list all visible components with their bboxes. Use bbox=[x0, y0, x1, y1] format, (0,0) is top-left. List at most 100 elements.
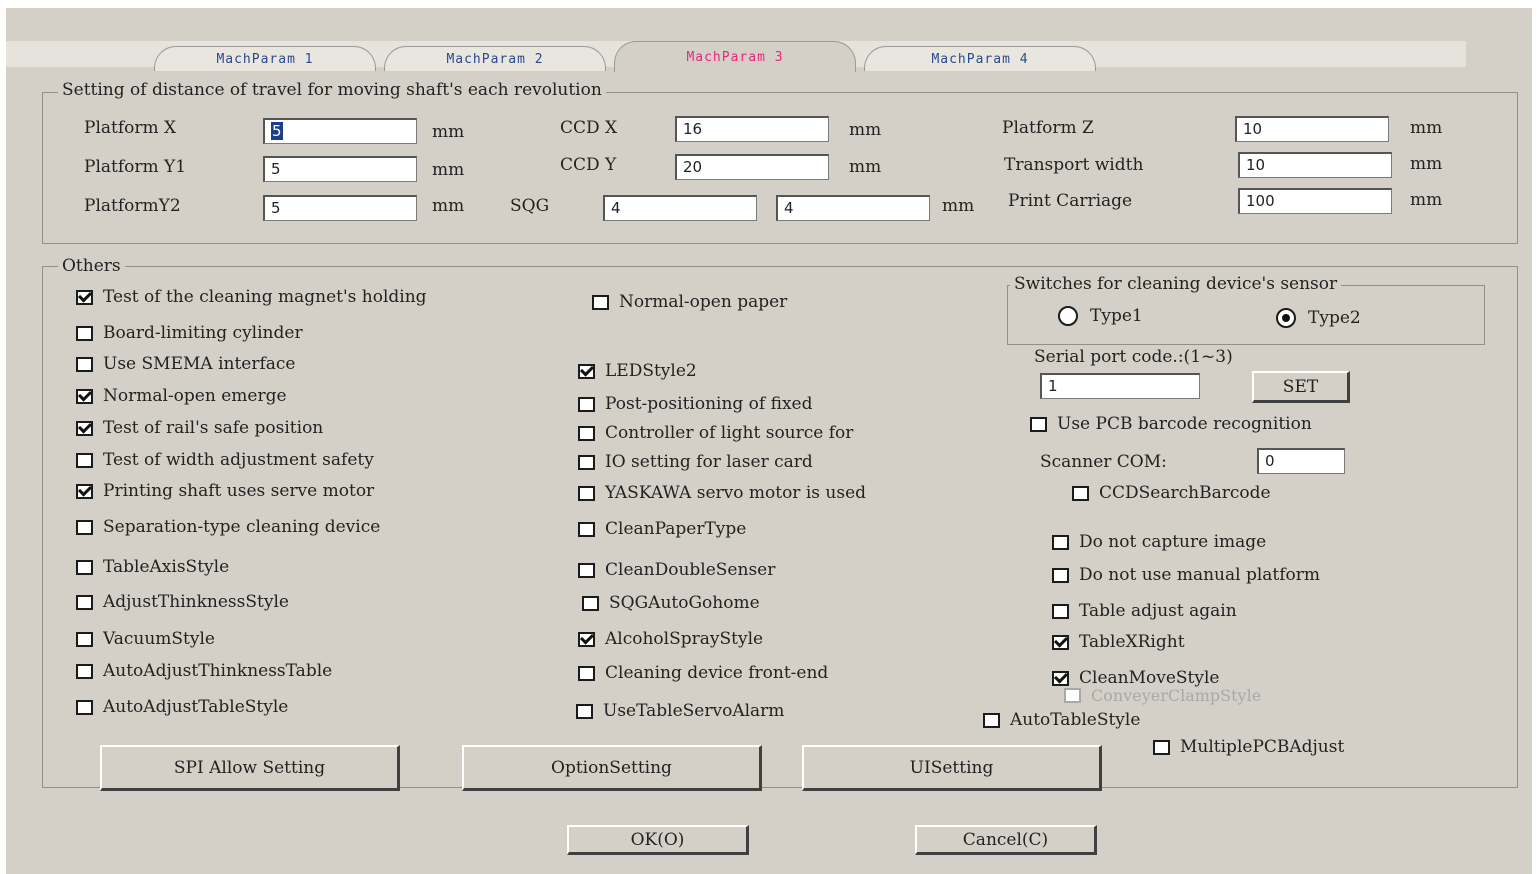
use-pcb-barcode-label: Use PCB barcode recognition bbox=[1057, 414, 1312, 434]
sqg-unit: mm bbox=[942, 196, 975, 216]
ccd-x-unit: mm bbox=[849, 120, 882, 140]
col1-box-7 bbox=[76, 519, 93, 535]
col2-checkbox-4[interactable]: IO setting for laser card bbox=[578, 452, 813, 472]
col2-label-4: IO setting for laser card bbox=[605, 452, 813, 472]
col1-checkbox-9[interactable]: AdjustThinknessStyle bbox=[76, 592, 289, 612]
col1-checkbox-3[interactable]: Normal-open emerge bbox=[76, 386, 287, 406]
col1-box-10 bbox=[76, 631, 93, 647]
col1-label-9: AdjustThinknessStyle bbox=[103, 592, 289, 612]
auto-table-style-checkbox[interactable]: AutoTableStyle bbox=[983, 710, 1140, 730]
sensor-type1-radio[interactable]: Type1 bbox=[1058, 306, 1143, 326]
col1-label-3: Normal-open emerge bbox=[103, 386, 287, 406]
col2-checkbox-2[interactable]: Post-positioning of fixed bbox=[578, 394, 813, 414]
print-carriage-unit: mm bbox=[1410, 190, 1443, 210]
col2-checkbox-8[interactable]: SQGAutoGohome bbox=[582, 593, 760, 613]
col1-checkbox-5[interactable]: Test of width adjustment safety bbox=[76, 450, 374, 470]
type1-radio-dot bbox=[1058, 306, 1078, 326]
col2-label-10: Cleaning device front-end bbox=[605, 663, 829, 683]
col3-box-0 bbox=[1072, 485, 1089, 501]
transport-width-input[interactable]: 10 bbox=[1238, 152, 1392, 178]
col3-checkbox-3[interactable]: Table adjust again bbox=[1052, 601, 1237, 621]
col1-checkbox-12[interactable]: AutoAdjustTableStyle bbox=[76, 697, 288, 717]
sqg-input-1[interactable]: 4 bbox=[603, 195, 757, 221]
col1-checkbox-11[interactable]: AutoAdjustThinknessTable bbox=[76, 661, 332, 681]
col3-label-4: TableXRight bbox=[1079, 632, 1185, 652]
col2-label-7: CleanDoubleSenser bbox=[605, 560, 776, 580]
transport-width-unit: mm bbox=[1410, 154, 1443, 174]
col1-checkbox-7[interactable]: Separation-type cleaning device bbox=[76, 517, 380, 537]
sqg-input-2[interactable]: 4 bbox=[776, 195, 930, 221]
col1-label-12: AutoAdjustTableStyle bbox=[103, 697, 289, 717]
ccd-y-label: CCD Y bbox=[560, 155, 617, 175]
platform-x-unit: mm bbox=[432, 122, 465, 142]
col2-box-2 bbox=[578, 396, 595, 412]
col2-box-3 bbox=[578, 425, 595, 441]
col2-checkbox-11[interactable]: UseTableServoAlarm bbox=[576, 701, 784, 721]
col2-checkbox-7[interactable]: CleanDoubleSenser bbox=[578, 560, 775, 580]
set-button[interactable]: SET bbox=[1252, 371, 1350, 403]
use-pcb-barcode-checkbox[interactable]: Use PCB barcode recognition bbox=[1030, 414, 1312, 434]
print-carriage-input[interactable]: 100 bbox=[1238, 188, 1392, 214]
option-setting-button[interactable]: OptionSetting bbox=[462, 745, 762, 791]
col2-checkbox-6[interactable]: CleanPaperType bbox=[578, 519, 746, 539]
col3-checkbox-1[interactable]: Do not capture image bbox=[1052, 532, 1266, 552]
col3-label-0: CCDSearchBarcode bbox=[1099, 483, 1271, 503]
sqg-label: SQG bbox=[510, 196, 550, 216]
col1-checkbox-8[interactable]: TableAxisStyle bbox=[76, 557, 229, 577]
platform-z-input[interactable]: 10 bbox=[1235, 116, 1389, 142]
col1-box-1 bbox=[76, 325, 93, 341]
col3-checkbox-2[interactable]: Do not use manual platform bbox=[1052, 565, 1320, 585]
platform-x-label: Platform X bbox=[84, 118, 177, 138]
col2-checkbox-0[interactable]: Normal-open paper bbox=[592, 292, 787, 312]
col3-label-2: Do not use manual platform bbox=[1079, 565, 1321, 585]
tab-machparam-1[interactable]: MachParam 1 bbox=[154, 46, 376, 71]
col3-checkbox-4[interactable]: TableXRight bbox=[1052, 632, 1185, 652]
col1-label-5: Test of width adjustment safety bbox=[103, 450, 374, 470]
platform-x-input[interactable]: 5 bbox=[263, 118, 417, 144]
spi-allow-setting-button[interactable]: SPI Allow Setting bbox=[100, 745, 400, 791]
serial-port-input[interactable]: 1 bbox=[1040, 373, 1200, 399]
col3-checkbox-5[interactable]: CleanMoveStyle bbox=[1052, 668, 1219, 688]
multiple-pcb-adjust-checkbox[interactable]: MultiplePCBAdjust bbox=[1153, 737, 1344, 757]
ccd-y-input[interactable]: 20 bbox=[675, 154, 829, 180]
tab-machparam-4[interactable]: MachParam 4 bbox=[864, 46, 1096, 71]
col1-box-2 bbox=[76, 356, 93, 372]
ccd-x-input[interactable]: 16 bbox=[675, 116, 829, 142]
col2-checkbox-3[interactable]: Controller of light source for bbox=[578, 423, 853, 443]
col2-checkbox-5[interactable]: YASKAWA servo motor is used bbox=[578, 483, 866, 503]
others-legend: Others bbox=[58, 256, 125, 276]
col3-checkbox-0[interactable]: CCDSearchBarcode bbox=[1072, 483, 1271, 503]
col1-checkbox-6[interactable]: Printing shaft uses serve motor bbox=[76, 481, 374, 501]
col2-label-11: UseTableServoAlarm bbox=[603, 701, 785, 721]
ui-setting-button[interactable]: UISetting bbox=[802, 745, 1102, 791]
tab-machparam-2[interactable]: MachParam 2 bbox=[384, 46, 606, 71]
platform-y1-input[interactable]: 5 bbox=[263, 156, 417, 182]
col2-checkbox-9[interactable]: AlcoholSprayStyle bbox=[578, 629, 763, 649]
col1-label-0: Test of the cleaning magnet's holding bbox=[103, 287, 427, 307]
tab-machparam-3[interactable]: MachParam 3 bbox=[614, 41, 856, 72]
col1-checkbox-4[interactable]: Test of rail's safe position bbox=[76, 418, 323, 438]
col1-checkbox-0[interactable]: Test of the cleaning magnet's holding bbox=[76, 287, 427, 307]
col3-label-1: Do not capture image bbox=[1079, 532, 1267, 552]
scanner-com-input[interactable]: 0 bbox=[1257, 448, 1345, 474]
col1-checkbox-10[interactable]: VacuumStyle bbox=[76, 629, 215, 649]
col1-box-5 bbox=[76, 452, 93, 468]
col1-label-6: Printing shaft uses serve motor bbox=[103, 481, 375, 501]
col2-checkbox-1[interactable]: LEDStyle2 bbox=[578, 361, 697, 381]
ok-button[interactable]: OK(O) bbox=[567, 825, 749, 855]
transport-width-label: Transport width bbox=[1004, 155, 1144, 175]
platform-y2-input[interactable]: 5 bbox=[263, 195, 417, 221]
multiple-pcb-adjust-box bbox=[1153, 739, 1170, 755]
col1-label-4: Test of rail's safe position bbox=[103, 418, 324, 438]
cancel-button[interactable]: Cancel(C) bbox=[915, 825, 1097, 855]
col2-box-9 bbox=[578, 631, 595, 647]
ccd-y-unit: mm bbox=[849, 157, 882, 177]
ccd-x-label: CCD X bbox=[560, 118, 618, 138]
auto-table-style-label: AutoTableStyle bbox=[1010, 710, 1141, 730]
col1-box-9 bbox=[76, 594, 93, 610]
col1-checkbox-1[interactable]: Board-limiting cylinder bbox=[76, 323, 303, 343]
conveyer-clamp-checkbox[interactable]: ConveyerClampStyle bbox=[1064, 686, 1261, 705]
col1-checkbox-2[interactable]: Use SMEMA interface bbox=[76, 354, 295, 374]
sensor-type2-radio[interactable]: Type2 bbox=[1276, 308, 1361, 328]
col2-checkbox-10[interactable]: Cleaning device front-end bbox=[578, 663, 828, 683]
